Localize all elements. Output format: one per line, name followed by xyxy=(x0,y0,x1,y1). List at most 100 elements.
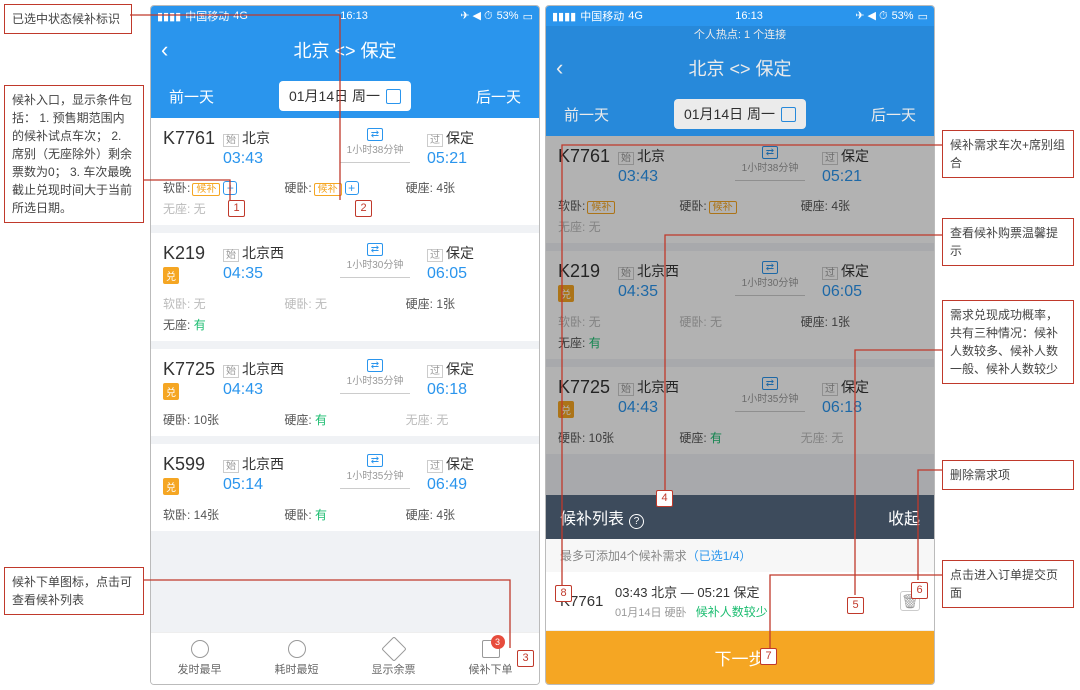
sheet-sub: 最多可添加4个候补需求（已选1/4） xyxy=(546,539,934,572)
back-icon[interactable]: ‹ xyxy=(161,37,168,63)
callout-5: 查看候补购票温馨提示 xyxy=(942,218,1074,266)
date-pill[interactable]: 01月14日 周一 xyxy=(279,81,411,111)
duration: 1小时35分钟 xyxy=(347,467,404,482)
add-waitlist-icon[interactable]: + xyxy=(223,181,237,195)
callout-1: 已选中状态候补标识 xyxy=(4,4,132,34)
waitlist-item: K7761 03:43 北京 — 05:21 保定 01月14日 硬卧 候补人数… xyxy=(546,572,934,631)
battery-icon: ▭ xyxy=(918,10,928,23)
arrive-time: 06:49 xyxy=(427,476,527,494)
app-header: ‹ 北京 <> 保定 xyxy=(151,26,539,74)
next-label: 下一步 xyxy=(715,650,766,669)
seat-soft: 软卧: xyxy=(163,181,190,195)
train-no: K7761 xyxy=(558,146,610,166)
train-card[interactable]: K7725兑 始北京西04:43 ⇄1小时35分钟 过保定06:18 硬卧: 1… xyxy=(151,349,539,436)
date-label: 01月14日 周一 xyxy=(684,104,775,124)
app-header: ‹ 北京 <> 保定 xyxy=(546,44,934,92)
bb-label: 发时最早 xyxy=(178,661,222,677)
route-icon: ⇄ xyxy=(367,359,383,372)
battery: 53% xyxy=(497,10,519,22)
seat-hard-sleeper-label: 硬卧: xyxy=(284,508,311,522)
prev-day[interactable]: 前一天 xyxy=(564,104,609,125)
from-station: 北京 xyxy=(637,148,665,164)
callout-8: 点击进入订单提交页面 xyxy=(942,560,1074,608)
sort-shortest[interactable]: 耗时最短 xyxy=(248,633,345,684)
marker-4: 4 xyxy=(656,490,673,507)
seat-hard-sleeper: 硬卧: 10张 xyxy=(163,411,284,428)
train-no: K7761 xyxy=(163,128,215,148)
to-station: 保定 xyxy=(446,130,474,146)
callout-4: 候补需求车次+席别组合 xyxy=(942,130,1074,178)
waitlist-sheet: 候补列表? 收起 最多可添加4个候补需求（已选1/4） K7761 03:43 … xyxy=(546,495,934,684)
hotspot-banner: 个人热点: 1 个连接 xyxy=(546,26,934,44)
route-icon: ⇄ xyxy=(367,454,383,467)
carrier: 中国移动 xyxy=(185,8,229,24)
train-badge-icon: 兑 xyxy=(163,478,179,495)
marker-8: 8 xyxy=(555,585,572,602)
sort-earliest[interactable]: 发时最早 xyxy=(151,633,248,684)
clock: 16:13 xyxy=(735,10,763,22)
depart-icon: 始 xyxy=(223,460,239,473)
to-station: 保定 xyxy=(841,148,869,164)
duration: 1小时30分钟 xyxy=(347,256,404,271)
callout-3: 候补下单图标，点击可查看候补列表 xyxy=(4,567,144,615)
cart-icon xyxy=(482,640,500,658)
train-no: K599 xyxy=(163,454,205,474)
route-icon: ⇄ xyxy=(367,128,383,141)
route-title: 北京 <> 保定 xyxy=(688,55,791,81)
train-card[interactable]: K219兑 始北京西04:35 ⇄1小时30分钟 过保定06:05 软卧: 无 … xyxy=(151,233,539,341)
signal-icon: ▮▮▮▮ xyxy=(157,10,181,23)
to-station: 保定 xyxy=(446,245,474,261)
arrive-icon: 过 xyxy=(427,249,443,262)
train-card[interactable]: K599兑 始北京西05:14 ⇄1小时35分钟 过保定06:49 软卧: 14… xyxy=(151,444,539,531)
date-pill[interactable]: 01月14日 周一 xyxy=(674,99,806,129)
arrive-time: 06:05 xyxy=(427,265,527,283)
marker-2: 2 xyxy=(355,200,372,217)
seat-soft: 软卧: 无 xyxy=(163,295,284,312)
phone-left: ▮▮▮▮中国移动4G 16:13 ✈ ◀ ⏱53%▭ ‹ 北京 <> 保定 前一… xyxy=(150,5,540,685)
depart-time: 03:43 xyxy=(223,150,323,168)
seat-none-label: 无座: xyxy=(163,318,190,332)
seat-hard-label: 硬座: xyxy=(284,413,311,427)
next-button[interactable]: 下一步 xyxy=(546,631,934,684)
prev-day[interactable]: 前一天 xyxy=(169,86,214,107)
arrive-time: 05:21 xyxy=(427,150,527,168)
show-remaining[interactable]: 显示余票 xyxy=(345,633,442,684)
depart-icon: 始 xyxy=(223,365,239,378)
arrive-time: 06:18 xyxy=(427,381,527,399)
back-icon[interactable]: ‹ xyxy=(556,55,563,81)
next-day[interactable]: 后一天 xyxy=(871,104,916,125)
duration: 1小时38分钟 xyxy=(742,159,799,174)
from-station: 北京西 xyxy=(242,361,284,377)
calendar-icon xyxy=(781,107,796,122)
marker-6: 6 xyxy=(911,582,928,599)
marker-1: 1 xyxy=(228,200,245,217)
add-waitlist-icon[interactable]: + xyxy=(345,181,359,195)
carrier: 中国移动 xyxy=(580,8,624,24)
date-label: 01月14日 周一 xyxy=(289,86,380,106)
seat-hard: 硬座: 4张 xyxy=(406,506,527,523)
phone-right: ▮▮▮▮中国移动4G 16:13 ✈ ◀ ⏱53%▭ 个人热点: 1 个连接 ‹… xyxy=(545,5,935,685)
network: 4G xyxy=(628,10,643,22)
help-icon[interactable]: ? xyxy=(629,514,644,529)
depart-time: 04:35 xyxy=(223,265,323,283)
bottom-bar: 发时最早 耗时最短 显示余票 候补下单 xyxy=(151,632,539,684)
train-card[interactable]: K7761 始北京03:43 ⇄1小时38分钟 过保定05:21 软卧:候补+ … xyxy=(151,118,539,225)
battery-icon: ▭ xyxy=(523,10,533,23)
from-station: 北京 xyxy=(242,130,270,146)
duration: 1小时35分钟 xyxy=(347,372,404,387)
sheet-header: 候补列表? 收起 xyxy=(546,495,934,539)
collapse-button[interactable]: 收起 xyxy=(888,505,920,529)
train-no: K219 xyxy=(558,261,600,281)
selected-count: （已选1/4） xyxy=(687,549,752,563)
sheet-title: 候补列表 xyxy=(560,511,624,528)
from-station: 北京西 xyxy=(242,456,284,472)
next-day[interactable]: 后一天 xyxy=(476,86,521,107)
duration: 1小时38分钟 xyxy=(347,141,404,156)
train-card: K7725兑 始北京西04:43 ⇄1小时35分钟 过保定06:18 硬卧: 1… xyxy=(546,367,934,454)
seat-hard: 硬座: 4张 xyxy=(406,181,455,195)
depart-time: 05:14 xyxy=(223,476,323,494)
from-station: 北京西 xyxy=(242,245,284,261)
train-list: K7761 始北京03:43 ⇄1小时38分钟 过保定05:21 软卧:候补+ … xyxy=(151,118,539,684)
calendar-icon xyxy=(386,89,401,104)
callout-2: 候补入口，显示条件包括： 1. 预售期范围内的候补试点车次； 2. 席别（无座除… xyxy=(4,85,144,223)
